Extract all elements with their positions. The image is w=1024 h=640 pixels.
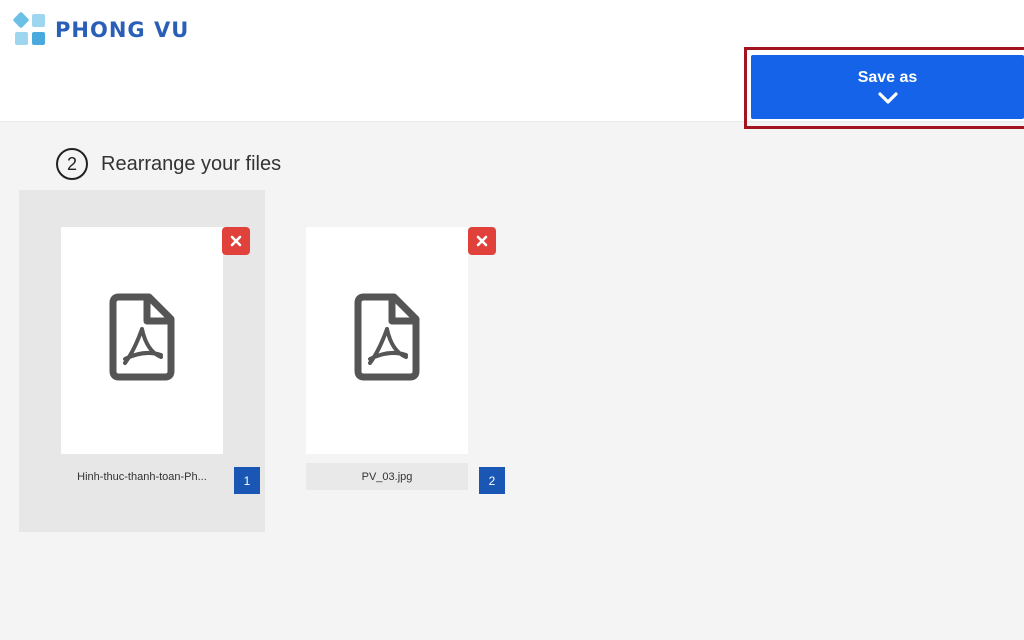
save-as-button[interactable]: Save as xyxy=(751,55,1024,119)
file-card[interactable]: Hinh-thuc-thanh-toan-Ph... 1 xyxy=(19,190,265,532)
step-number: 2 xyxy=(56,148,88,180)
file-thumbnail[interactable] xyxy=(306,227,468,454)
remove-file-button[interactable] xyxy=(468,227,496,255)
file-card[interactable]: PV_03.jpg 2 xyxy=(264,190,510,532)
pdf-file-icon xyxy=(354,293,420,381)
close-icon xyxy=(476,235,488,247)
pdf-file-icon xyxy=(109,293,175,381)
file-order-badge: 2 xyxy=(479,467,505,494)
save-as-label: Save as xyxy=(857,69,918,86)
chevron-down-icon xyxy=(877,92,898,104)
step-heading: 2 Rearrange your files xyxy=(56,148,281,180)
file-thumbnail[interactable] xyxy=(61,227,223,454)
file-name: PV_03.jpg xyxy=(306,463,468,490)
brand-name: PHONG VU xyxy=(55,18,190,42)
step-title: Rearrange your files xyxy=(101,152,282,175)
logo-icon xyxy=(13,12,45,45)
file-order-badge: 1 xyxy=(234,467,260,494)
app-header: PHONG VU Save as xyxy=(0,0,1024,129)
remove-file-button[interactable] xyxy=(222,227,250,255)
file-name: Hinh-thuc-thanh-toan-Ph... xyxy=(77,470,207,483)
close-icon xyxy=(230,235,242,247)
brand-logo[interactable]: PHONG VU xyxy=(12,12,189,48)
